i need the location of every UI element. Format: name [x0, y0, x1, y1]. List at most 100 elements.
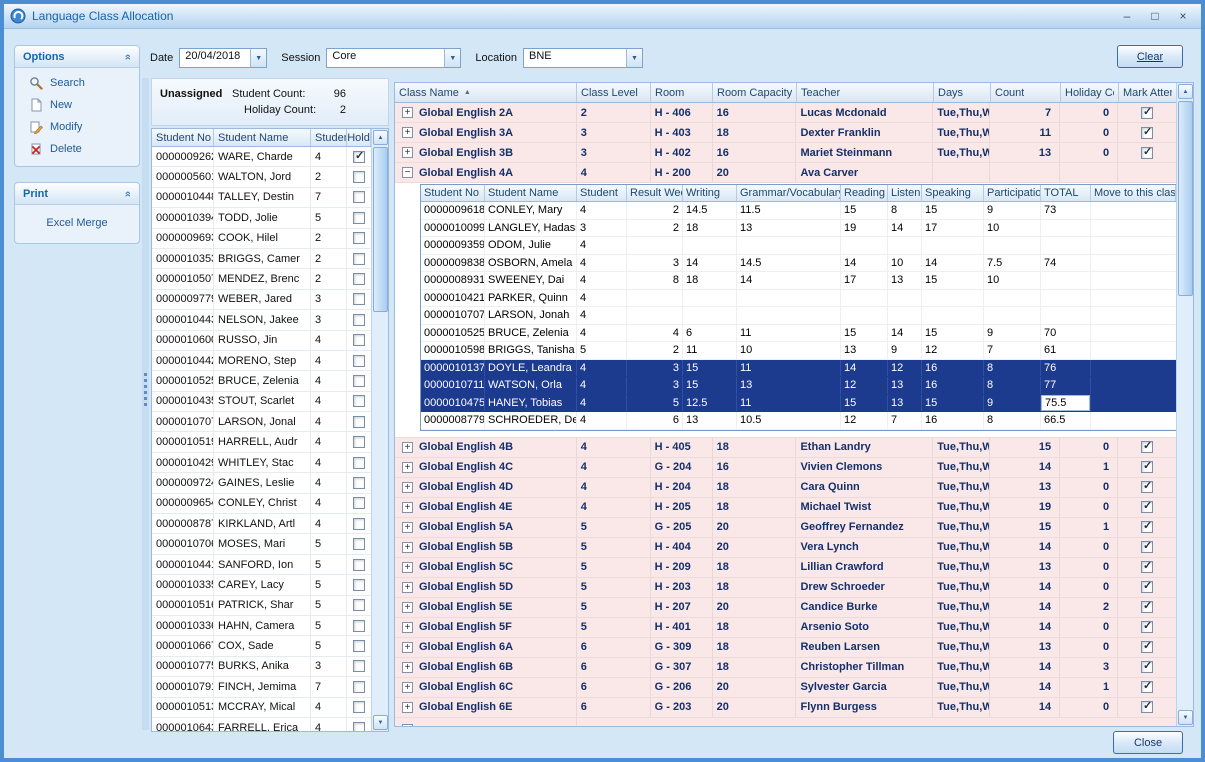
hold-checkbox[interactable]: [353, 416, 365, 428]
student-row[interactable]: 0000010394TODD, Jolie5: [152, 208, 371, 228]
expand-icon[interactable]: +: [402, 562, 413, 573]
student-row[interactable]: 0000010435STOUT, Scarlet4: [152, 392, 371, 412]
student-row[interactable]: 0000010441SANFORD, Ion5: [152, 555, 371, 575]
column-header[interactable]: Student: [577, 185, 627, 201]
sidebar-item-new[interactable]: New: [15, 94, 139, 116]
class-row[interactable]: +Global English 5B5H - 40420Vera LynchTu…: [395, 538, 1176, 558]
print-panel-header[interactable]: Print »: [15, 183, 139, 205]
student-row[interactable]: 0000010706MOSES, Mari5: [152, 534, 371, 554]
chevron-down-icon[interactable]: ▼: [444, 49, 460, 67]
column-header[interactable]: Student Name: [214, 129, 311, 146]
student-row[interactable]: 0000010448TALLEY, Destin7: [152, 188, 371, 208]
student-row[interactable]: 0000009779WEBER, Jared3: [152, 290, 371, 310]
hold-checkbox[interactable]: [353, 436, 365, 448]
splitter-grip[interactable]: [144, 373, 147, 407]
expand-icon[interactable]: +: [402, 702, 413, 713]
column-header[interactable]: TOTAL: [1041, 185, 1091, 201]
mark-attend-checkbox[interactable]: [1141, 107, 1153, 119]
chevron-down-icon[interactable]: ▼: [250, 49, 266, 67]
hold-checkbox[interactable]: [353, 457, 365, 469]
column-header[interactable]: Room Capacity: [713, 83, 797, 102]
expand-icon[interactable]: +: [402, 482, 413, 493]
student-row[interactable]: 0000009262WARE, Charde4: [152, 147, 371, 167]
student-row[interactable]: 0000010707LARSON, Jonal4: [152, 412, 371, 432]
sidebar-item-modify[interactable]: Modify: [15, 116, 139, 138]
mark-attend-checkbox[interactable]: [1141, 641, 1153, 653]
hold-checkbox[interactable]: [353, 599, 365, 611]
expand-icon[interactable]: +: [402, 522, 413, 533]
column-header[interactable]: Student L: [311, 129, 347, 146]
student-row[interactable]: 0000010507MENDEZ, Brenc2: [152, 269, 371, 289]
column-header[interactable]: Days: [934, 83, 991, 102]
hold-checkbox[interactable]: [353, 579, 365, 591]
column-header[interactable]: Hold: [347, 129, 371, 146]
expand-icon[interactable]: +: [402, 662, 413, 673]
mark-attend-checkbox[interactable]: [1141, 581, 1153, 593]
mark-attend-checkbox[interactable]: [1141, 461, 1153, 473]
class-row[interactable]: +Global English 6E6G - 20320Flynn Burges…: [395, 698, 1176, 718]
hold-checkbox[interactable]: [353, 191, 365, 203]
student-row[interactable]: 0000010525BRUCE, Zelenia4: [152, 371, 371, 391]
student-row[interactable]: 0000010336HAHN, Camera5: [152, 616, 371, 636]
detail-row[interactable]: 0000010475HANEY, Tobias4512.511151315975…: [421, 395, 1176, 413]
mark-attend-checkbox[interactable]: [1141, 481, 1153, 493]
chevron-down-icon[interactable]: ▼: [626, 49, 642, 67]
location-select[interactable]: BNE ▼: [523, 48, 643, 68]
column-header[interactable]: Move to this class:: [1091, 185, 1176, 201]
hold-checkbox[interactable]: [353, 395, 365, 407]
hold-checkbox[interactable]: [353, 620, 365, 632]
detail-row[interactable]: 0000010525BRUCE, Zelenia44611151415970: [421, 325, 1176, 343]
column-header[interactable]: Class Level: [577, 83, 651, 102]
student-row[interactable]: 0000008787KIRKLAND, Artl4: [152, 514, 371, 534]
hold-checkbox[interactable]: [353, 171, 365, 183]
scrollbar-thumb[interactable]: [1178, 101, 1193, 296]
mark-attend-checkbox[interactable]: [1141, 441, 1153, 453]
mark-attend-checkbox[interactable]: [1141, 561, 1153, 573]
hold-checkbox[interactable]: [353, 273, 365, 285]
mark-attend-checkbox[interactable]: [1141, 501, 1153, 513]
date-picker[interactable]: 20/04/2018 ▼: [179, 48, 267, 68]
hold-checkbox[interactable]: [353, 334, 365, 346]
class-row[interactable]: +Global English 4E4H - 20518Michael Twis…: [395, 498, 1176, 518]
detail-row[interactable]: 0000008779SCHROEDER, Deirc461310.5127168…: [421, 412, 1176, 430]
mark-attend-checkbox[interactable]: [1141, 147, 1153, 159]
scroll-up-icon[interactable]: ▲: [373, 130, 388, 145]
column-header[interactable]: Holiday Cour: [1061, 83, 1119, 102]
class-row[interactable]: +Global English 3A3H - 40318Dexter Frank…: [395, 123, 1176, 143]
student-row[interactable]: 0000010600RUSSO, Jin4: [152, 331, 371, 351]
column-header[interactable]: Speaking: [922, 185, 984, 201]
class-row[interactable]: +Global English 5C5H - 20918Lillian Craw…: [395, 558, 1176, 578]
class-row[interactable]: +Global English 5D5H - 20318Drew Schroed…: [395, 578, 1176, 598]
mark-attend-checkbox[interactable]: [1141, 621, 1153, 633]
mark-attend-checkbox[interactable]: [1141, 681, 1153, 693]
column-header[interactable]: Teacher: [797, 83, 934, 102]
student-row[interactable]: 0000010442MORENO, Step4: [152, 351, 371, 371]
expand-icon[interactable]: +: [402, 724, 413, 727]
mark-attend-checkbox[interactable]: [1141, 601, 1153, 613]
hold-checkbox[interactable]: [353, 722, 365, 731]
collapse-chevron-icon[interactable]: »: [122, 190, 134, 196]
student-row[interactable]: 0000010335CAREY, Lacy5: [152, 575, 371, 595]
hold-checkbox[interactable]: [353, 559, 365, 571]
session-select[interactable]: Core ▼: [326, 48, 461, 68]
expand-icon[interactable]: +: [402, 682, 413, 693]
student-row[interactable]: 0000010643FARRELL, Erica4: [152, 718, 371, 731]
detail-row[interactable]: 0000010711WATSON, Orla431513121316877: [421, 377, 1176, 395]
expand-icon[interactable]: +: [402, 107, 413, 118]
column-header[interactable]: Room: [651, 83, 713, 102]
mark-attend-checkbox[interactable]: [1141, 541, 1153, 553]
class-row[interactable]: +Global English 5F5H - 40118Arsenio Soto…: [395, 618, 1176, 638]
sidebar-item-delete[interactable]: Delete: [15, 138, 139, 160]
class-row[interactable]: +Global English 4C4G - 20416Vivien Clemo…: [395, 458, 1176, 478]
expand-icon[interactable]: +: [402, 127, 413, 138]
panel-splitter[interactable]: [142, 78, 149, 730]
mark-attend-checkbox[interactable]: [1141, 521, 1153, 533]
class-row[interactable]: +Global English 6B6G - 30718Christopher …: [395, 658, 1176, 678]
detail-row[interactable]: 0000009618CONLEY, Mary4214.511.515815973: [421, 202, 1176, 220]
scroll-up-icon[interactable]: ▲: [1178, 84, 1193, 99]
hold-checkbox[interactable]: [353, 497, 365, 509]
hold-checkbox[interactable]: [353, 681, 365, 693]
class-row[interactable]: +Global English 3B3H - 40216Mariet Stein…: [395, 143, 1176, 163]
minimize-icon[interactable]: –: [1115, 8, 1139, 25]
scroll-down-icon[interactable]: ▼: [373, 715, 388, 730]
